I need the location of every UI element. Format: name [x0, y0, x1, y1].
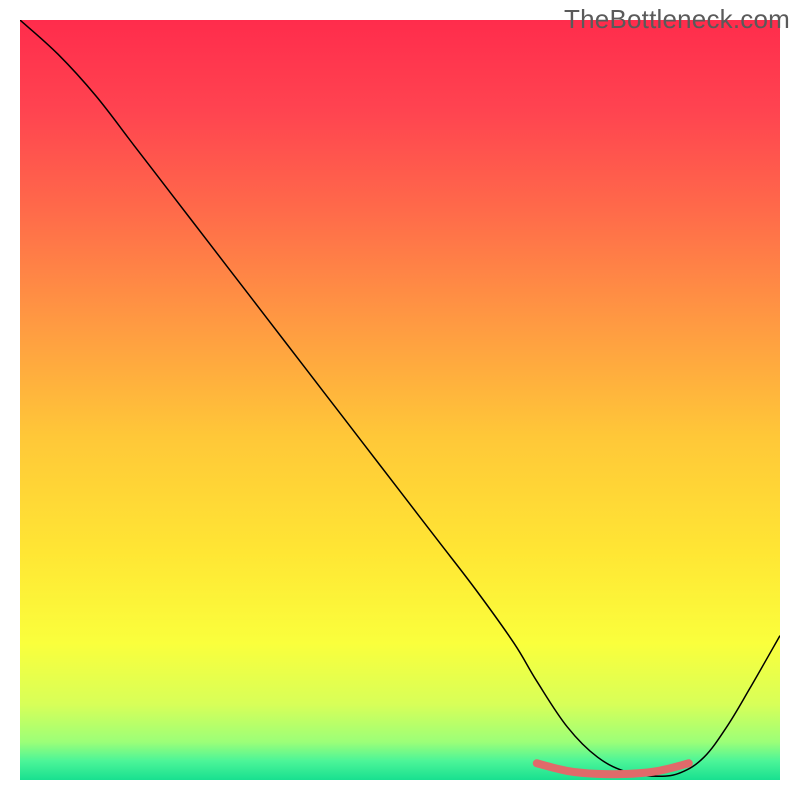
watermark-text: TheBottleneck.com	[564, 4, 790, 35]
plot-area	[20, 20, 780, 780]
chart-svg	[20, 20, 780, 780]
chart-container: TheBottleneck.com	[0, 0, 800, 800]
chart-background	[20, 20, 780, 780]
